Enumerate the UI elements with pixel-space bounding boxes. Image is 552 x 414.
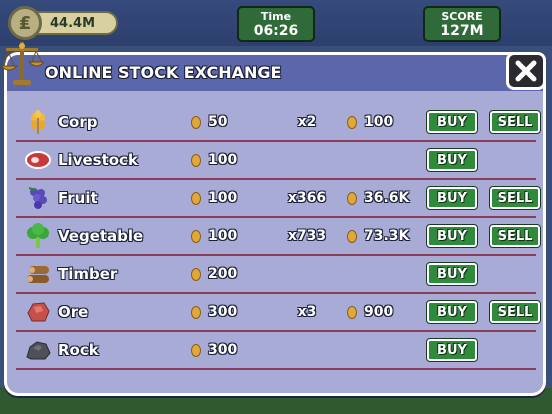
- sell-button[interactable]: SELL: [489, 186, 541, 210]
- money-coin-icon: ₤: [8, 6, 42, 40]
- close-icon: [515, 60, 537, 82]
- owned-quantity: x733: [287, 228, 327, 244]
- money-display: 44.4M: [34, 11, 118, 35]
- owned-quantity: x3: [297, 304, 317, 320]
- buy-button[interactable]: BUY: [426, 148, 478, 172]
- owned-total-value: 73.3K: [364, 228, 410, 244]
- owned-quantity: x2: [297, 114, 317, 130]
- score-box: SCORE 127M: [423, 6, 501, 42]
- price-coin-icon: [188, 218, 204, 254]
- stock-row-livestock: Livestock 100 BUY: [16, 142, 536, 180]
- item-name: Vegetable: [58, 227, 144, 245]
- owned-total-value: 36.6K: [364, 190, 410, 206]
- stock-row-ore: Ore 300 x3 900 BUY SELL: [16, 294, 541, 332]
- item-price: 100: [208, 152, 238, 168]
- ore-icon: [24, 294, 52, 330]
- sell-button[interactable]: SELL: [489, 300, 541, 324]
- wheat-icon: [24, 104, 52, 140]
- stock-row-timber: Timber 200 BUY: [16, 256, 536, 294]
- item-price: 100: [208, 190, 238, 206]
- logs-icon: [24, 256, 52, 292]
- price-coin-icon: [188, 104, 204, 140]
- buy-button[interactable]: BUY: [426, 338, 478, 362]
- close-button[interactable]: [506, 52, 546, 90]
- price-coin-icon: [188, 142, 204, 178]
- panel-title: ONLINE STOCK EXCHANGE: [45, 63, 282, 82]
- item-price: 300: [208, 342, 238, 358]
- sell-button[interactable]: SELL: [489, 224, 541, 248]
- buy-button[interactable]: BUY: [426, 110, 478, 134]
- score-value: 127M: [440, 23, 484, 39]
- stock-row-rock: Rock 300 BUY: [16, 332, 536, 370]
- total-coin-icon: [344, 104, 360, 140]
- item-price: 200: [208, 266, 238, 282]
- buy-button[interactable]: BUY: [426, 224, 478, 248]
- scale-icon: [0, 42, 44, 85]
- rock-icon: [24, 332, 52, 368]
- score-label: SCORE: [441, 10, 483, 23]
- price-coin-icon: [188, 256, 204, 292]
- total-coin-icon: [344, 218, 360, 254]
- item-price: 300: [208, 304, 238, 320]
- total-coin-icon: [344, 294, 360, 330]
- owned-total-value: 900: [364, 304, 394, 320]
- item-name: Rock: [58, 341, 99, 359]
- money-value: 44.4M: [50, 15, 96, 31]
- price-coin-icon: [188, 180, 204, 216]
- item-price: 50: [208, 114, 228, 130]
- item-price: 100: [208, 228, 238, 244]
- steak-icon: [24, 142, 52, 178]
- grapes-icon: [24, 180, 52, 216]
- owned-total-value: 100: [364, 114, 394, 130]
- buy-button[interactable]: BUY: [426, 186, 478, 210]
- buy-button[interactable]: BUY: [426, 300, 478, 324]
- stock-row-vegetable: Vegetable 100 x733 73.3K BUY SELL: [16, 218, 541, 256]
- stock-list: Corp 50 x2 100 BUY SELL Livestock 100 BU…: [16, 104, 541, 370]
- stock-row-fruit: Fruit 100 x366 36.6K BUY SELL: [16, 180, 541, 218]
- item-name: Livestock: [58, 151, 138, 169]
- time-label: Time: [260, 10, 292, 23]
- item-name: Ore: [58, 303, 89, 321]
- panel-header: ONLINE STOCK EXCHANGE: [7, 55, 543, 91]
- timer-box: Time 06:26: [237, 6, 315, 42]
- time-value: 06:26: [253, 23, 299, 39]
- buy-button[interactable]: BUY: [426, 262, 478, 286]
- item-name: Timber: [58, 265, 118, 283]
- stock-row-corp: Corp 50 x2 100 BUY SELL: [16, 104, 541, 142]
- price-coin-icon: [188, 294, 204, 330]
- price-coin-icon: [188, 332, 204, 368]
- total-coin-icon: [344, 180, 360, 216]
- item-name: Fruit: [58, 189, 98, 207]
- owned-quantity: x366: [287, 190, 327, 206]
- item-name: Corp: [58, 113, 98, 131]
- sell-button[interactable]: SELL: [489, 110, 541, 134]
- broccoli-icon: [24, 218, 52, 254]
